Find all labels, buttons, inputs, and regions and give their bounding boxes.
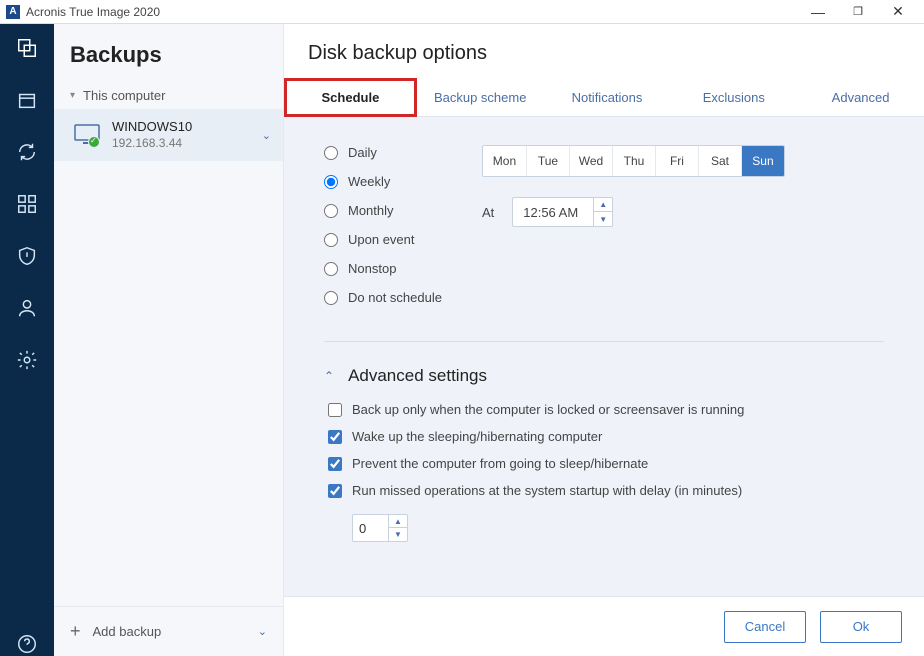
delay-input[interactable]: 0 ▲ ▼ [352,514,408,542]
check-prevent-sleep[interactable]: Prevent the computer from going to sleep… [328,456,884,471]
tab-exclusions[interactable]: Exclusions [670,79,797,116]
advanced-settings-heading: Advanced settings [348,366,487,386]
advanced-settings-toggle[interactable]: ⌃ Advanced settings [324,366,884,386]
chevron-down-icon: ▾ [70,90,75,101]
sidebar-heading: Backups [54,24,283,82]
spin-up-icon[interactable]: ▲ [389,515,407,528]
minimize-button[interactable]: — [798,4,838,20]
close-button[interactable]: ✕ [878,3,918,20]
sidebar-group-this-computer[interactable]: ▾ This computer [54,82,283,109]
app-icon: A [6,5,20,19]
chevron-down-icon[interactable]: ⌄ [262,129,271,142]
options-tabs: Schedule Backup scheme Notifications Exc… [284,79,924,117]
advanced-checks: Back up only when the computer is locked… [324,402,884,542]
schedule-content: Daily Weekly Monthly Upon event Nonstop … [284,117,924,596]
frequency-radios: Daily Weekly Monthly Upon event Nonstop … [324,145,442,305]
nav-sync-icon[interactable] [15,140,39,164]
check-wake-up[interactable]: Wake up the sleeping/hibernating compute… [328,429,884,444]
chevron-up-icon: ⌃ [324,369,334,383]
nav-settings-icon[interactable] [15,348,39,372]
time-value: 12:56 AM [513,205,593,220]
nav-help-icon[interactable] [15,632,39,656]
time-spinner: ▲ ▼ [593,197,612,227]
nav-account-icon[interactable] [15,296,39,320]
at-label: At [482,205,494,220]
nav-archive-icon[interactable] [15,88,39,112]
radio-upon-event[interactable]: Upon event [324,232,442,247]
day-thu[interactable]: Thu [612,146,655,176]
nav-backup-icon[interactable] [15,36,39,60]
divider [324,341,884,342]
check-run-missed[interactable]: Run missed operations at the system star… [328,483,884,498]
backup-list-sidebar: Backups ▾ This computer WINDOWS10 192.16… [54,24,284,656]
icon-sidebar [0,24,54,656]
maximize-button[interactable]: ❐ [838,5,878,18]
nav-protection-icon[interactable] [15,244,39,268]
status-ok-badge [88,136,100,148]
day-fri[interactable]: Fri [655,146,698,176]
day-sun[interactable]: Sun [741,146,784,176]
radio-weekly[interactable]: Weekly [324,174,442,189]
check-backup-locked[interactable]: Back up only when the computer is locked… [328,402,884,417]
spin-up-icon[interactable]: ▲ [594,197,612,212]
add-backup-button[interactable]: + Add backup ⌄ [54,606,283,656]
dialog-footer: Cancel Ok [284,596,924,656]
day-tue[interactable]: Tue [526,146,569,176]
chevron-down-icon[interactable]: ⌄ [258,625,267,638]
weekday-selector: Mon Tue Wed Thu Fri Sat Sun [482,145,785,177]
radio-nonstop[interactable]: Nonstop [324,261,442,276]
app-title: Acronis True Image 2020 [26,5,798,19]
radio-daily[interactable]: Daily [324,145,442,160]
spin-down-icon[interactable]: ▼ [594,212,612,227]
backup-item-windows10[interactable]: WINDOWS10 192.168.3.44 ⌄ [54,109,283,161]
page-title: Disk backup options [284,24,924,79]
spin-down-icon[interactable]: ▼ [389,528,407,541]
ok-button[interactable]: Ok [820,611,902,643]
day-sat[interactable]: Sat [698,146,741,176]
tab-backup-scheme[interactable]: Backup scheme [417,79,544,116]
day-wed[interactable]: Wed [569,146,612,176]
plus-icon: + [70,621,81,642]
cancel-button[interactable]: Cancel [724,611,806,643]
main-panel: Disk backup options Schedule Backup sche… [284,24,924,656]
day-mon[interactable]: Mon [483,146,526,176]
nav-tools-icon[interactable] [15,192,39,216]
backup-name: WINDOWS10 [112,119,262,136]
tab-schedule[interactable]: Schedule [284,78,417,117]
group-label: This computer [83,88,165,103]
tab-advanced[interactable]: Advanced [797,79,924,116]
radio-monthly[interactable]: Monthly [324,203,442,218]
radio-do-not-schedule[interactable]: Do not schedule [324,290,442,305]
time-input[interactable]: 12:56 AM ▲ ▼ [512,197,613,227]
title-bar: A Acronis True Image 2020 — ❐ ✕ [0,0,924,24]
backup-subtitle: 192.168.3.44 [112,136,262,152]
delay-spinner: ▲ ▼ [388,515,407,541]
delay-value: 0 [353,515,388,541]
add-backup-label: Add backup [93,624,258,639]
monitor-icon [74,124,102,146]
tab-notifications[interactable]: Notifications [544,79,671,116]
